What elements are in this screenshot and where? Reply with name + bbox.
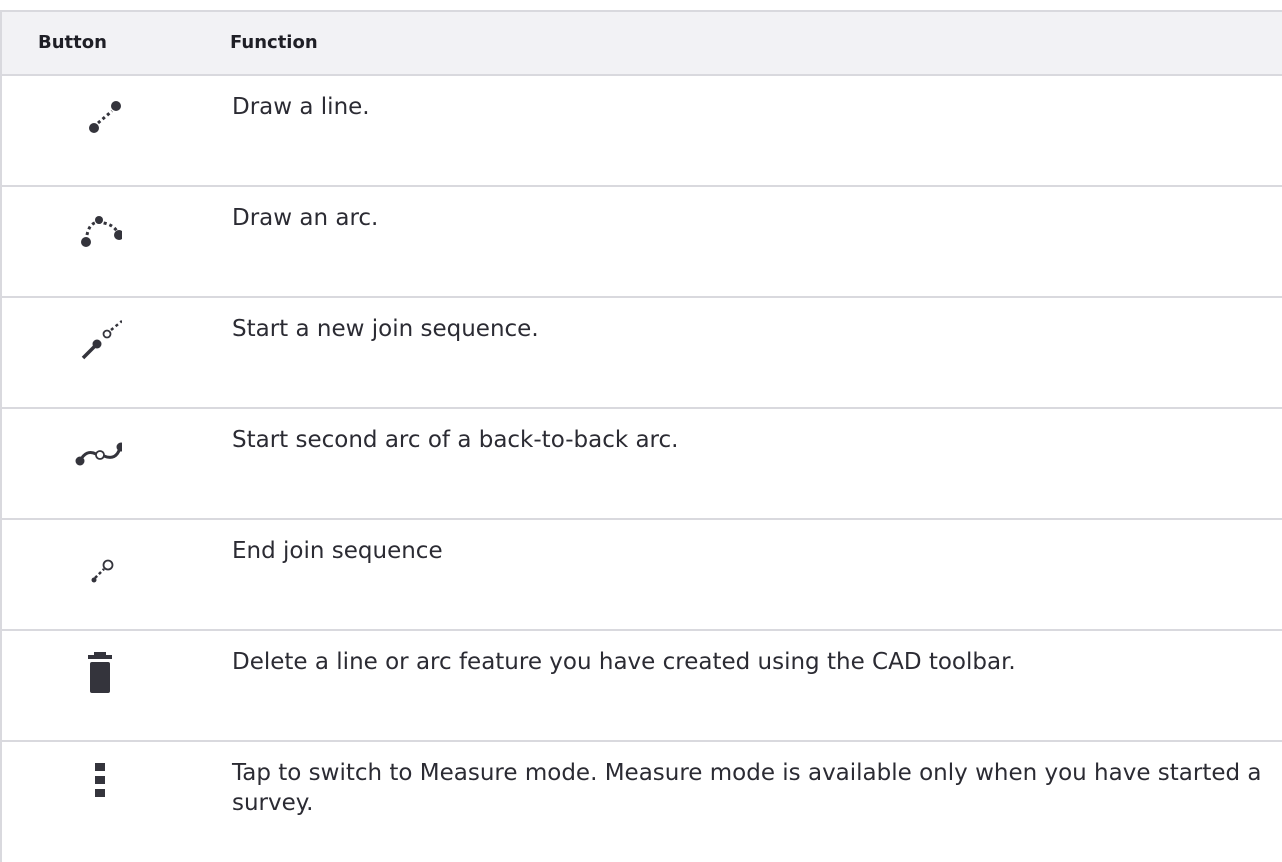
functions-table: Button Function Draw a line. Draw an arc…	[0, 10, 1282, 862]
function-text: Draw a line.	[232, 94, 370, 120]
table-row: Draw a line.	[2, 76, 1282, 187]
header-function: Function	[230, 32, 318, 53]
start-join-sequence-icon	[62, 316, 122, 372]
function-text: Start a new join sequence.	[232, 316, 539, 342]
trash-icon	[62, 649, 122, 705]
measure-mode-icon	[62, 760, 122, 816]
table-row: Start second arc of a back-to-back arc.	[2, 409, 1282, 520]
header-button: Button	[38, 32, 107, 53]
table-header-row: Button Function	[2, 12, 1282, 76]
function-text: Tap to switch to Measure mode. Measure m…	[232, 760, 1262, 816]
function-text: Start second arc of a back-to-back arc.	[232, 427, 679, 453]
back-to-back-arc-icon	[62, 427, 122, 483]
function-text: Draw an arc.	[232, 205, 379, 231]
draw-line-icon	[62, 94, 122, 150]
draw-arc-icon	[62, 205, 122, 261]
table-row: Delete a line or arc feature you have cr…	[2, 631, 1282, 742]
table-row: End join sequence	[2, 520, 1282, 631]
table-row: Start a new join sequence.	[2, 298, 1282, 409]
table-row: Tap to switch to Measure mode. Measure m…	[2, 742, 1282, 862]
table-row: Draw an arc.	[2, 187, 1282, 298]
end-join-sequence-icon	[62, 538, 122, 594]
function-text: End join sequence	[232, 538, 443, 564]
function-text: Delete a line or arc feature you have cr…	[232, 649, 1016, 675]
